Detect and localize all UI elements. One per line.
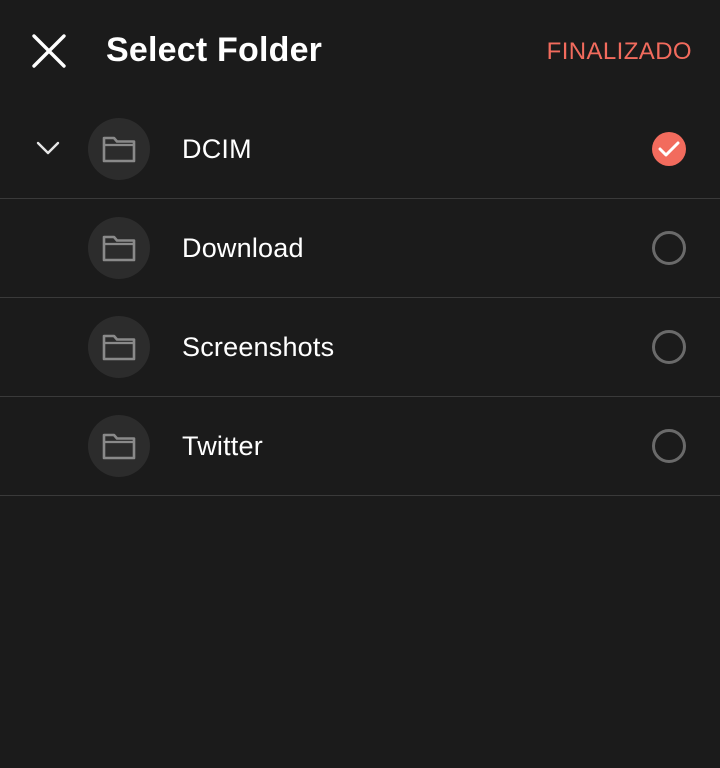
folder-row-twitter[interactable]: Twitter: [0, 397, 720, 496]
selection-checkbox[interactable]: [652, 231, 686, 265]
done-button[interactable]: FINALIZADO: [547, 38, 692, 66]
chevron-down-icon[interactable]: [34, 138, 62, 160]
folder-row-dcim[interactable]: DCIM: [0, 100, 720, 199]
folder-name: DCIM: [182, 134, 252, 164]
folder-name: Twitter: [182, 431, 263, 461]
folder-icon: [102, 235, 136, 262]
folder-name: Download: [182, 233, 304, 263]
checkmark-icon: [658, 141, 680, 157]
folder-row-screenshots[interactable]: Screenshots: [0, 298, 720, 397]
folder-icon: [102, 433, 136, 460]
folder-avatar: [88, 316, 150, 378]
folder-name: Screenshots: [182, 332, 335, 362]
close-button[interactable]: [24, 28, 74, 74]
folder-list: DCIM Download Screenshots Twitter: [0, 100, 720, 496]
folder-row-download[interactable]: Download: [0, 199, 720, 298]
folder-icon: [102, 334, 136, 361]
folder-icon: [102, 136, 136, 163]
folder-avatar: [88, 415, 150, 477]
page-title: Select Folder: [106, 31, 323, 69]
selection-checkbox-checked[interactable]: [652, 132, 686, 166]
folder-avatar: [88, 217, 150, 279]
close-icon: [32, 34, 66, 68]
selection-checkbox[interactable]: [652, 429, 686, 463]
header-bar: Select Folder FINALIZADO: [0, 0, 720, 100]
folder-avatar: [88, 118, 150, 180]
selection-checkbox[interactable]: [652, 330, 686, 364]
select-folder-screen: Select Folder FINALIZADO DCIM Download S…: [0, 0, 720, 768]
